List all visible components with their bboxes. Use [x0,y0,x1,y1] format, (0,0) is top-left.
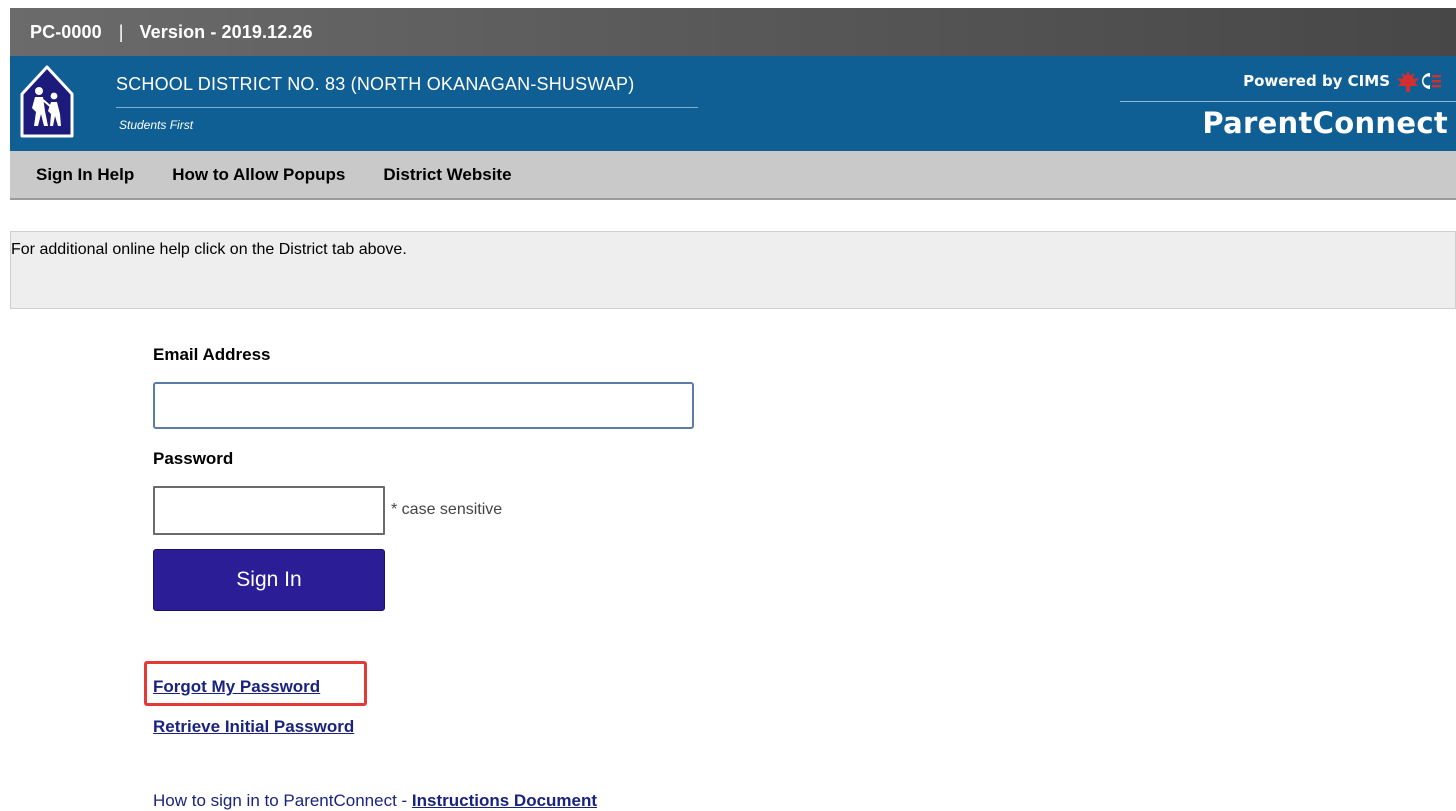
password-label: Password [153,449,234,468]
nav-allow-popups[interactable]: How to Allow Popups [172,165,345,185]
email-field[interactable] [153,382,694,429]
version-label: Version - 2019.12.26 [139,21,313,42]
powered-by: Powered by CIMS [1243,69,1444,93]
district-motto: Students First [119,118,194,132]
nav-sign-in-help[interactable]: Sign In Help [36,165,134,185]
how-to-sign-in: How to sign in to ParentConnect - Instru… [153,791,597,811]
version-bar: PC-0000 | Version - 2019.12.26 [10,8,1456,56]
instructions-document-link[interactable]: Instructions Document [412,791,597,810]
maple-leaf-icon [1396,69,1444,93]
nav-bar: Sign In Help How to Allow Popups Distric… [10,151,1456,200]
school-crossing-sign-icon [19,64,75,140]
password-field[interactable] [153,486,385,535]
product-name: ParentConnect [1202,106,1448,140]
retrieve-password-link[interactable]: Retrieve Initial Password [153,717,354,737]
email-label: Email Address [153,345,271,364]
powered-by-label: Powered by CIMS [1243,72,1390,90]
case-sensitive-note: * case sensitive [391,501,503,518]
page: PC-0000 | Version - 2019.12.26 SCHOOL DI… [0,0,1456,811]
forgot-password-link[interactable]: Forgot My Password [153,677,320,697]
divider [116,107,698,108]
sign-in-button[interactable]: Sign In [153,549,385,611]
district-banner: SCHOOL DISTRICT NO. 83 (NORTH OKANAGAN-S… [10,56,1456,151]
divider [1120,101,1456,102]
separator: | [118,21,124,42]
info-message: For additional online help click on the … [10,231,1456,309]
nav-district-website[interactable]: District Website [383,165,511,185]
app-code: PC-0000 [30,21,102,42]
how-to-prefix: How to sign in to ParentConnect - [153,791,412,810]
district-name: SCHOOL DISTRICT NO. 83 (NORTH OKANAGAN-S… [116,74,635,94]
